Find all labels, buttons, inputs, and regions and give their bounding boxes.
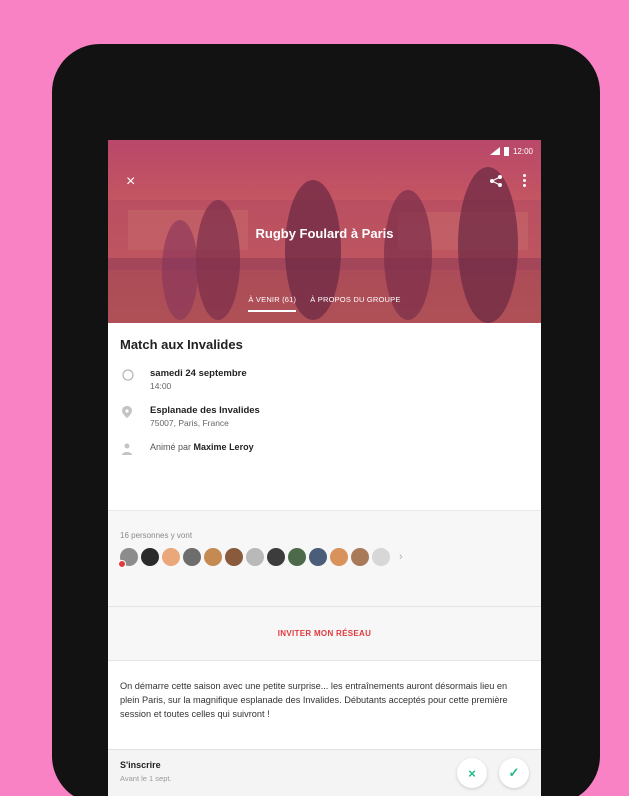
event-time: 14:00 [150, 381, 172, 391]
group-name: Rugby Foulard à Paris [255, 226, 394, 241]
host-name[interactable]: Maxime Leroy [194, 442, 254, 452]
signal-icon [489, 147, 500, 155]
event-location[interactable]: Esplanade des Invalides 75007, Paris, Fr… [120, 405, 529, 429]
clock-icon [120, 368, 150, 386]
attendees-section[interactable]: 16 personnes y vont › [108, 510, 541, 606]
decline-button[interactable]: × [457, 758, 487, 788]
attendee-avatar[interactable] [351, 548, 369, 566]
rsvp-bar: S'inscrire Avant le 1 sept. × ✓ [108, 749, 541, 796]
invite-section: INVITER MON RÉSEAU [108, 606, 541, 660]
tab-upcoming[interactable]: À VENIR (61) [248, 295, 297, 312]
attendee-avatar[interactable] [162, 548, 180, 566]
person-icon [120, 442, 150, 460]
attendee-avatar[interactable] [183, 548, 201, 566]
attendee-avatar[interactable] [246, 548, 264, 566]
app-screen: 12:00 × Rugby Foulard à Paris À VENIR (6… [108, 140, 541, 796]
close-icon[interactable]: × [126, 174, 135, 190]
location-pin-icon [120, 405, 150, 423]
attendee-count: 16 personnes y vont [120, 531, 193, 540]
attendee-avatar[interactable] [204, 548, 222, 566]
status-time: 12:00 [512, 146, 533, 156]
battery-icon [503, 146, 509, 156]
attendee-avatar[interactable] [309, 548, 327, 566]
attendee-avatar[interactable] [372, 548, 390, 566]
event-datetime: samedi 24 septembre 14:00 [120, 368, 529, 392]
chevron-right-icon[interactable]: › [399, 551, 403, 563]
accept-button[interactable]: ✓ [499, 758, 529, 788]
group-header: 12:00 × Rugby Foulard à Paris À VENIR (6… [108, 140, 541, 323]
attendee-avatar[interactable] [330, 548, 348, 566]
invite-network-button[interactable]: INVITER MON RÉSEAU [278, 629, 371, 638]
event-title: Match aux Invalides [120, 337, 243, 352]
attendee-avatar[interactable] [288, 548, 306, 566]
host-prefix: Animé par [150, 442, 192, 452]
attendee-avatars[interactable]: › [118, 548, 529, 568]
event-description: On démarre cette saison avec une petite … [108, 660, 541, 752]
status-bar: 12:00 [489, 144, 533, 158]
tab-about-group[interactable]: À PROPOS DU GROUPE [310, 295, 400, 312]
event-details: Match aux Invalides samedi 24 septembre … [108, 323, 541, 510]
attendee-avatar[interactable] [118, 548, 138, 568]
attendee-avatar[interactable] [267, 548, 285, 566]
share-icon[interactable] [489, 174, 503, 188]
event-date: samedi 24 septembre [150, 368, 247, 379]
attendee-avatar[interactable] [141, 548, 159, 566]
event-host: Animé par Maxime Leroy [120, 442, 529, 460]
organizer-badge-icon [118, 560, 126, 568]
attendee-avatar[interactable] [225, 548, 243, 566]
event-address: 75007, Paris, France [150, 418, 229, 428]
more-options-icon[interactable] [521, 173, 527, 189]
event-venue: Esplanade des Invalides [150, 405, 260, 416]
group-tabs: À VENIR (61) À PROPOS DU GROUPE [108, 295, 541, 312]
